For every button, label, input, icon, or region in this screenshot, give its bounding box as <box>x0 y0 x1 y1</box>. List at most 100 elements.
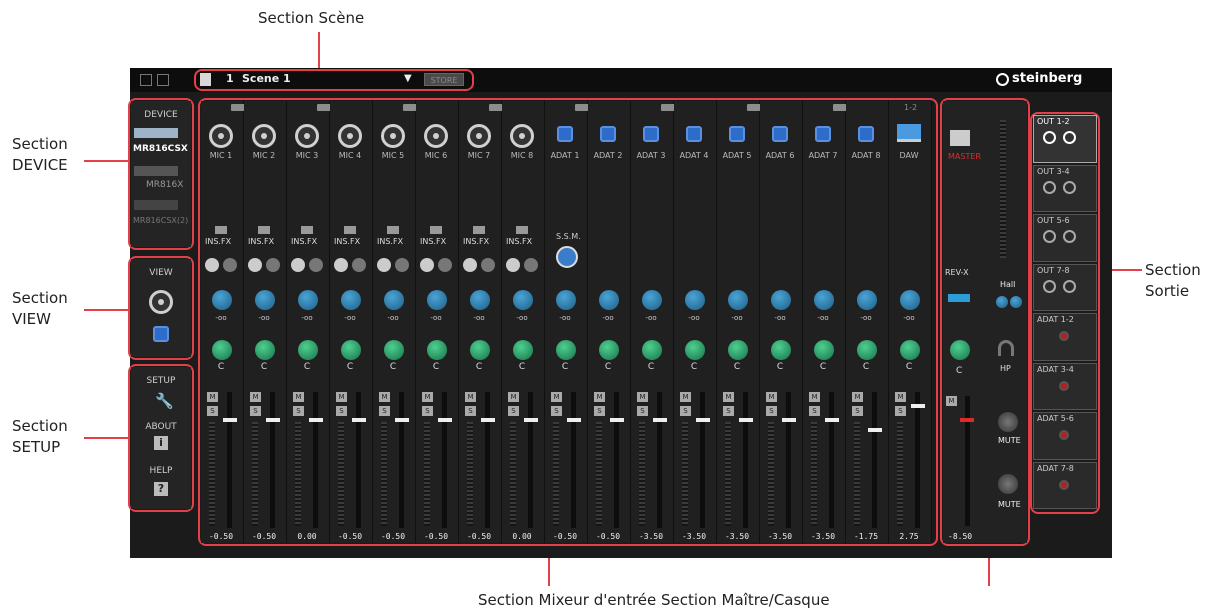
insert-fx-knob[interactable] <box>377 258 391 272</box>
master-mute-button[interactable]: M <box>946 396 957 406</box>
fader-cap[interactable] <box>911 404 925 408</box>
insert-fx-button[interactable] <box>473 226 485 234</box>
send-knob[interactable] <box>685 290 705 310</box>
mute-button[interactable]: M <box>766 392 777 402</box>
fader-cap[interactable] <box>395 418 409 422</box>
ssm-button-icon[interactable] <box>556 246 578 268</box>
mute-button[interactable]: M <box>680 392 691 402</box>
insert-fx-knob[interactable] <box>524 258 538 272</box>
pan-knob[interactable] <box>341 340 361 360</box>
mute-button[interactable]: M <box>250 392 261 402</box>
send-knob[interactable] <box>470 290 490 310</box>
solo-button[interactable]: S <box>422 406 433 416</box>
insert-fx-knob[interactable] <box>223 258 237 272</box>
solo-button[interactable]: S <box>508 406 519 416</box>
fader-cap[interactable] <box>825 418 839 422</box>
insert-fx-knob[interactable] <box>481 258 495 272</box>
reverb-on-button[interactable] <box>948 294 970 302</box>
reverb-type[interactable]: Hall <box>1000 280 1015 289</box>
fader-cap[interactable] <box>610 418 624 422</box>
send-knob[interactable] <box>255 290 275 310</box>
mute-button[interactable]: M <box>207 392 218 402</box>
solo-button[interactable]: S <box>336 406 347 416</box>
send-knob[interactable] <box>857 290 877 310</box>
hp-level-knob-2[interactable] <box>998 474 1018 494</box>
solo-button[interactable]: S <box>766 406 777 416</box>
insert-fx-knob[interactable] <box>309 258 323 272</box>
fader-cap[interactable] <box>524 418 538 422</box>
fader-cap[interactable] <box>352 418 366 422</box>
solo-button[interactable]: S <box>207 406 218 416</box>
send-knob[interactable] <box>212 290 232 310</box>
pan-knob[interactable] <box>857 340 877 360</box>
solo-button[interactable]: S <box>637 406 648 416</box>
view-adat-icon[interactable] <box>153 326 169 342</box>
hp-mute-1[interactable]: MUTE <box>998 436 1021 445</box>
pan-knob[interactable] <box>212 340 232 360</box>
fader-cap[interactable] <box>739 418 753 422</box>
insert-fx-button[interactable] <box>344 226 356 234</box>
mute-button[interactable]: M <box>809 392 820 402</box>
info-icon[interactable]: i <box>154 436 168 450</box>
fader-cap[interactable] <box>223 418 237 422</box>
mute-button[interactable]: M <box>594 392 605 402</box>
solo-button[interactable]: S <box>379 406 390 416</box>
solo-button[interactable]: S <box>465 406 476 416</box>
mute-button[interactable]: M <box>637 392 648 402</box>
solo-button[interactable]: S <box>895 406 906 416</box>
insert-fx-button[interactable] <box>516 226 528 234</box>
pan-knob[interactable] <box>384 340 404 360</box>
pan-knob[interactable] <box>427 340 447 360</box>
close-window-icon[interactable] <box>140 74 152 86</box>
insert-fx-knob[interactable] <box>266 258 280 272</box>
insert-fx-button[interactable] <box>387 226 399 234</box>
send-knob[interactable] <box>427 290 447 310</box>
reverb-knob[interactable] <box>1010 296 1022 308</box>
mute-button[interactable]: M <box>895 392 906 402</box>
send-knob[interactable] <box>814 290 834 310</box>
device-item-3[interactable]: MR816CSX(2) <box>133 216 188 225</box>
insert-fx-knob[interactable] <box>352 258 366 272</box>
insert-fx-knob[interactable] <box>334 258 348 272</box>
fader-cap[interactable] <box>481 418 495 422</box>
fader-cap[interactable] <box>438 418 452 422</box>
view-analog-icon[interactable] <box>149 290 173 314</box>
insert-fx-button[interactable] <box>301 226 313 234</box>
fader-cap[interactable] <box>266 418 280 422</box>
solo-button[interactable]: S <box>852 406 863 416</box>
send-knob[interactable] <box>556 290 576 310</box>
solo-button[interactable]: S <box>250 406 261 416</box>
pan-knob[interactable] <box>900 340 920 360</box>
minimize-window-icon[interactable] <box>157 74 169 86</box>
fader-cap[interactable] <box>868 428 882 432</box>
send-knob[interactable] <box>384 290 404 310</box>
insert-fx-button[interactable] <box>430 226 442 234</box>
reverb-knob[interactable] <box>996 296 1008 308</box>
solo-button[interactable]: S <box>594 406 605 416</box>
mute-button[interactable]: M <box>336 392 347 402</box>
pan-knob[interactable] <box>255 340 275 360</box>
insert-fx-knob[interactable] <box>438 258 452 272</box>
fader-cap[interactable] <box>309 418 323 422</box>
mute-button[interactable]: M <box>508 392 519 402</box>
send-knob[interactable] <box>771 290 791 310</box>
mute-button[interactable]: M <box>293 392 304 402</box>
send-knob[interactable] <box>900 290 920 310</box>
send-knob[interactable] <box>341 290 361 310</box>
pan-knob[interactable] <box>685 340 705 360</box>
mute-button[interactable]: M <box>379 392 390 402</box>
pan-knob[interactable] <box>298 340 318 360</box>
fader-cap[interactable] <box>696 418 710 422</box>
insert-fx-knob[interactable] <box>395 258 409 272</box>
pan-knob[interactable] <box>470 340 490 360</box>
pan-knob[interactable] <box>642 340 662 360</box>
send-knob[interactable] <box>728 290 748 310</box>
insert-fx-knob[interactable] <box>248 258 262 272</box>
insert-fx-knob[interactable] <box>463 258 477 272</box>
pan-knob[interactable] <box>814 340 834 360</box>
insert-fx-knob[interactable] <box>205 258 219 272</box>
hp-level-knob-1[interactable] <box>998 412 1018 432</box>
pan-knob[interactable] <box>513 340 533 360</box>
solo-button[interactable]: S <box>809 406 820 416</box>
pan-knob[interactable] <box>728 340 748 360</box>
